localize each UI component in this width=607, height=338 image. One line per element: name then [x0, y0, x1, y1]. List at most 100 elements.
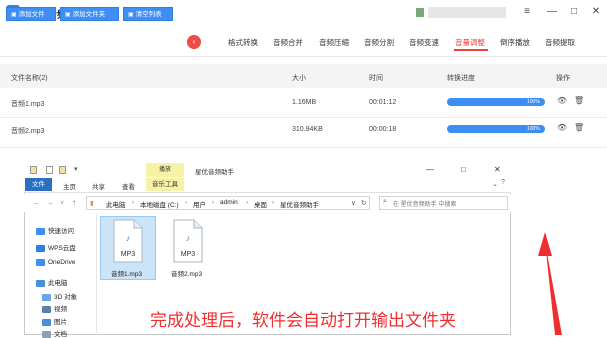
picture-icon — [42, 318, 51, 326]
mp3-file-icon[interactable]: ♪ MP3 — [113, 219, 143, 263]
folder-icon — [30, 166, 37, 174]
recent-dropdown-icon[interactable]: ∨ — [60, 199, 64, 206]
clear-list-icon: ▣ — [128, 12, 134, 18]
computer-icon — [36, 279, 45, 287]
tab-volume-adjust[interactable]: 音量调整 — [455, 37, 485, 48]
star-icon — [36, 227, 45, 235]
file-badge: MP3 — [121, 251, 136, 258]
up-arrow-icon[interactable]: ↑ — [72, 198, 76, 207]
refresh-icon[interactable]: ↻ — [361, 199, 366, 207]
breadcrumb[interactable]: 星优音频助手 — [280, 199, 319, 209]
tab-audio-extract[interactable]: 音频提取 — [545, 37, 575, 48]
clear-list-label: 清空列表 — [135, 11, 162, 18]
delete-trash-icon[interactable]: 🗑 — [574, 96, 584, 105]
nav-item-label: 此电脑 — [48, 280, 68, 287]
add-folder-label: 添加文件夹 — [72, 11, 106, 18]
nav-item-videos[interactable]: 视频 — [42, 303, 67, 313]
search-icon: ⌕ — [383, 198, 387, 205]
user-name[interactable]: ▓▓▓▓▓▓▓▓▓ — [428, 7, 506, 18]
ribbon-tab-share[interactable]: 共享 — [92, 181, 105, 191]
nav-item-wps-cloud[interactable]: WPS云盘 — [36, 242, 76, 252]
document-icon — [42, 330, 51, 338]
column-header-action: 操作 — [556, 75, 570, 82]
nav-item-quick-access[interactable]: 快速访问 — [36, 225, 74, 235]
clear-list-button[interactable]: ▣ 清空列表 — [123, 7, 173, 21]
delete-trash-icon[interactable]: 🗑 — [574, 123, 584, 132]
tab-format-convert[interactable]: 格式转换 — [228, 37, 258, 48]
tab-audio-merge[interactable]: 音频合并 — [273, 37, 303, 48]
active-tab-indicator — [454, 49, 488, 51]
nav-item-pictures[interactable]: 图片 — [42, 316, 67, 326]
quick-access-dropdown-icon[interactable]: ▾ — [74, 165, 78, 173]
explorer-minimize-button[interactable]: — — [426, 165, 434, 174]
nav-item-label: OneDrive — [48, 259, 76, 267]
column-header-size: 大小 — [292, 75, 306, 82]
minimize-button[interactable]: — — [542, 4, 562, 20]
menu-icon[interactable]: ≡ — [517, 4, 537, 20]
ribbon-tab-file[interactable]: 文件 — [25, 178, 52, 191]
breadcrumb[interactable]: 此电脑 — [106, 199, 126, 209]
cloud-icon — [36, 244, 45, 252]
tabs-scroll-left-button[interactable]: ‹ — [187, 35, 201, 49]
add-folder-button[interactable]: ▣ 添加文件夹 — [60, 7, 119, 21]
file-time: 00:01:12 — [369, 99, 397, 106]
breadcrumb[interactable]: 用户 — [193, 199, 206, 209]
file-name-label[interactable]: 音频2.mp3 — [171, 268, 202, 278]
add-file-button[interactable]: ▣ 添加文件 — [6, 7, 56, 21]
progress-text: 100% — [527, 126, 540, 132]
maximize-button[interactable]: □ — [564, 4, 584, 20]
explorer-close-button[interactable]: ✕ — [494, 165, 501, 174]
tab-audio-speed[interactable]: 音频变速 — [409, 37, 439, 48]
breadcrumb-separator: › — [132, 199, 135, 206]
add-file-label: 添加文件 — [18, 11, 45, 18]
annotation-caption: 完成处理后，软件会自动打开输出文件夹 — [150, 311, 456, 331]
file-name-label[interactable]: 音频1.mp3 — [111, 268, 142, 278]
ribbon-tab-view[interactable]: 查看 — [122, 181, 135, 191]
preview-eye-icon[interactable]: 👁 — [557, 96, 567, 105]
breadcrumb[interactable]: 桌面 — [254, 199, 267, 209]
explorer-maximize-button[interactable]: □ — [461, 165, 466, 174]
breadcrumb[interactable]: admin — [220, 199, 238, 206]
ribbon-expand-icon[interactable]: ⌄ — [492, 180, 498, 188]
svg-text:♪: ♪ — [126, 233, 131, 243]
annotation-arrow-icon — [538, 232, 562, 335]
back-arrow-icon[interactable]: ← — [33, 198, 41, 207]
preview-eye-icon[interactable]: 👁 — [557, 123, 567, 132]
tab-reverse-play[interactable]: 倒序播放 — [500, 37, 530, 48]
file-time: 00:00:18 — [369, 126, 397, 133]
help-icon[interactable]: ? — [501, 179, 505, 186]
nav-item-label: 3D 对象 — [54, 294, 78, 301]
mp3-file-icon[interactable]: ♪ MP3 — [173, 219, 203, 263]
file-size: 1.16MB — [292, 99, 317, 106]
nav-item-label: 图片 — [54, 319, 67, 326]
nav-item-label: WPS云盘 — [48, 245, 76, 252]
tab-audio-split[interactable]: 音频分割 — [364, 37, 394, 48]
tab-play-manage[interactable]: 播放 — [146, 163, 184, 177]
address-dropdown-icon[interactable]: ∨ — [351, 199, 356, 207]
breadcrumb-separator: › — [272, 199, 275, 206]
breadcrumb-folder-icon: ▮ — [90, 200, 94, 207]
tab-audio-compress[interactable]: 音频压缩 — [319, 37, 349, 48]
close-button[interactable]: ✕ — [586, 4, 606, 20]
ribbon-tab-home[interactable]: 主页 — [63, 181, 76, 191]
nav-item-documents[interactable]: 文档 — [42, 328, 67, 338]
nav-item-label: 快速访问 — [48, 228, 74, 235]
forward-arrow-icon[interactable]: → — [46, 198, 54, 207]
breadcrumb-separator: › — [212, 199, 215, 206]
new-folder-icon[interactable] — [59, 166, 66, 174]
breadcrumb[interactable]: 本地磁盘 (C:) — [140, 199, 179, 209]
nav-item-label: 视频 — [54, 306, 67, 313]
ribbon-tab-music-tools[interactable]: 音乐工具 — [146, 178, 184, 191]
properties-icon[interactable] — [46, 166, 53, 174]
pane-divider — [96, 214, 97, 335]
table-row[interactable] — [0, 118, 607, 148]
nav-item-3d-objects[interactable]: 3D 对象 — [42, 291, 77, 301]
nav-item-onedrive[interactable]: OneDrive — [36, 259, 75, 266]
user-avatar[interactable] — [416, 8, 424, 17]
search-placeholder: 在 星优音频助手 中搜索 — [393, 202, 457, 208]
file-badge: MP3 — [181, 251, 196, 258]
cube-icon — [42, 293, 51, 301]
breadcrumb-separator: › — [246, 199, 249, 206]
nav-item-this-pc[interactable]: 此电脑 — [36, 277, 68, 287]
column-header-time: 时间 — [369, 75, 383, 82]
